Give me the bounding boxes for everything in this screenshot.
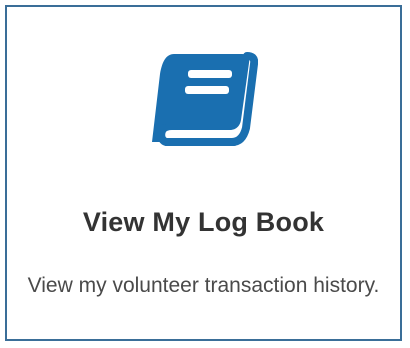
- card-description: View my volunteer transaction history.: [27, 274, 380, 297]
- view-log-book-card[interactable]: View My Log Book View my volunteer trans…: [5, 5, 402, 341]
- log-book-icon: [150, 50, 258, 150]
- card-title: View My Log Book: [82, 207, 325, 237]
